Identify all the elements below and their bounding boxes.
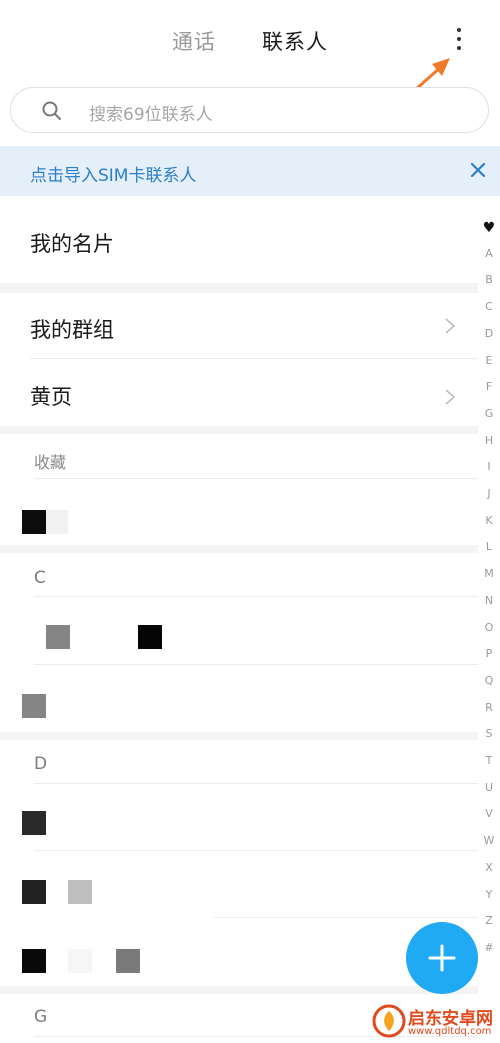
index-letter[interactable]: D [478,327,500,340]
avatar [22,510,46,534]
section-gap [0,986,478,994]
section-gap [0,545,478,553]
search-icon [42,101,61,120]
index-letter[interactable]: U [478,781,500,794]
avatar[interactable] [68,949,92,973]
index-letter[interactable]: Q [478,674,500,687]
section-letter-c: C [34,568,46,588]
watermark: 启东安卓网 www.qdltdq.com [372,998,500,1043]
index-letter[interactable]: X [478,861,500,874]
index-letter[interactable]: M [478,567,500,580]
section-gap [0,283,478,293]
divider [34,850,478,851]
sim-import-banner[interactable]: 点击导入SIM卡联系人 [0,146,500,196]
index-letter[interactable]: W [478,834,500,847]
index-letter[interactable]: B [478,273,500,286]
tab-calls[interactable]: 通话 [172,26,216,56]
sim-import-link[interactable]: 点击导入SIM卡联系人 [30,161,196,186]
section-letter-d: D [34,754,48,774]
divider [34,783,478,784]
watermark-logo-icon [372,1004,406,1038]
my-card-item[interactable]: 我的名片 [30,228,114,258]
avatar[interactable] [138,625,162,649]
section-letter-g: G [34,1007,48,1027]
my-groups-item[interactable]: 我的群组 [30,314,114,344]
avatar[interactable] [68,880,92,904]
index-letter[interactable]: Y [478,888,500,901]
yellow-pages-item[interactable]: 黄页 [30,381,72,411]
close-icon[interactable] [466,158,490,182]
index-letter[interactable]: I [478,460,500,473]
chevron-right-icon [445,389,456,405]
index-letter[interactable]: # [478,941,500,954]
divider [214,917,478,918]
index-letter[interactable]: O [478,621,500,634]
avatar[interactable] [116,949,140,973]
index-letter[interactable]: K [478,514,500,527]
index-letter[interactable]: V [478,807,500,820]
index-letter[interactable]: A [478,247,500,260]
more-options-button[interactable] [446,26,472,54]
search-placeholder: 搜索69位联系人 [89,105,213,125]
index-letter[interactable]: Z [478,914,500,927]
index-letter[interactable]: C [478,300,500,313]
index-letter[interactable]: T [478,754,500,767]
avatar[interactable] [22,949,46,973]
index-letter[interactable]: N [478,594,500,607]
divider [34,664,478,665]
tab-contacts[interactable]: 联系人 [262,26,328,56]
avatar[interactable] [22,811,46,835]
plus-icon [428,944,456,972]
section-gap [0,426,478,434]
chevron-right-icon [445,318,456,334]
add-contact-button[interactable] [406,922,478,994]
index-letter[interactable]: G [478,407,500,420]
divider [34,478,478,479]
search-bar[interactable]: 搜索69位联系人 [10,87,489,133]
index-letter[interactable]: P [478,647,500,660]
avatar[interactable] [22,880,46,904]
index-letter[interactable]: S [478,727,500,740]
avatar[interactable] [22,694,46,718]
avatar[interactable] [46,625,70,649]
divider [34,596,478,597]
section-gap [0,732,478,740]
divider [30,358,478,359]
favorites-header: 收藏 [34,453,67,472]
avatar [46,510,68,534]
index-letter[interactable]: F [478,380,500,393]
index-letter[interactable]: L [478,540,500,553]
index-letter[interactable]: J [478,487,500,500]
index-letter[interactable]: H [478,434,500,447]
index-letter[interactable]: E [478,354,500,367]
index-letter[interactable]: R [478,701,500,714]
index-letter[interactable]: ♥ [478,220,500,236]
watermark-url: www.qdltdq.com [408,1026,492,1037]
